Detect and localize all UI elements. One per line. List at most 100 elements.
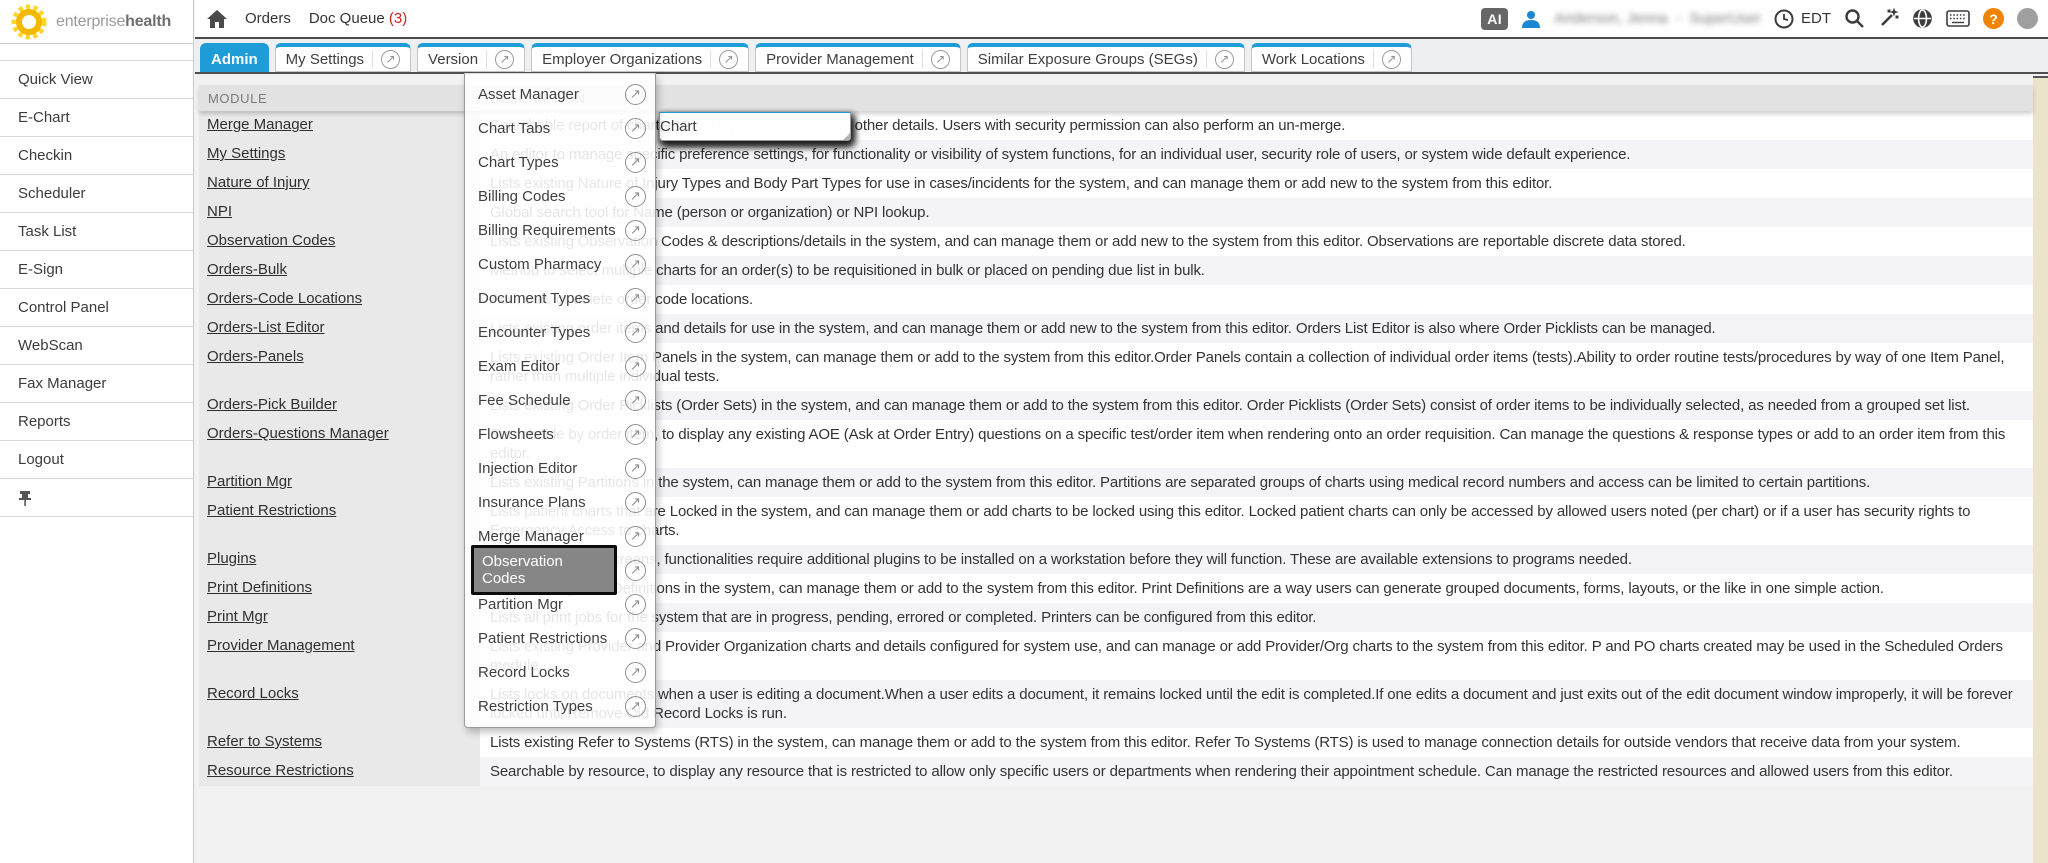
- chart-menu-item[interactable]: Insurance Plans ↗: [465, 485, 655, 519]
- chart-menu-item[interactable]: Exam Editor ↗: [465, 349, 655, 383]
- open-in-new-icon[interactable]: ↗: [625, 628, 646, 649]
- open-in-new-icon[interactable]: ↗: [625, 492, 646, 513]
- clock-icon[interactable]: [1774, 9, 1794, 29]
- chart-menu-item[interactable]: Flowsheets ↗: [465, 417, 655, 451]
- open-in-new-icon[interactable]: ↗: [625, 288, 646, 309]
- module-link[interactable]: Observation Codes: [207, 232, 335, 249]
- module-link[interactable]: Orders-Pick Builder: [207, 396, 337, 413]
- module-link[interactable]: Orders-Code Locations: [207, 290, 362, 307]
- magic-wand-icon[interactable]: [1878, 8, 1899, 29]
- module-link[interactable]: Plugins: [207, 550, 256, 567]
- module-link[interactable]: Merge Manager: [207, 116, 313, 133]
- open-in-new-icon[interactable]: ↗: [625, 254, 646, 275]
- chart-menu-item[interactable]: Injection Editor ↗: [465, 451, 655, 485]
- sidebar-item[interactable]: Task List: [0, 213, 193, 251]
- open-in-new-icon[interactable]: ↗: [625, 424, 646, 445]
- open-in-new-icon[interactable]: ↗: [625, 662, 646, 683]
- chart-menu-item[interactable]: Asset Manager ↗: [465, 77, 655, 111]
- tab[interactable]: Version ↗: [417, 43, 525, 72]
- open-in-new-icon: ↗: [372, 50, 400, 69]
- description-cell: Lists existing Partitions in the system,…: [480, 468, 2033, 497]
- sidebar-item[interactable]: Fax Manager: [0, 365, 193, 403]
- module-cell: Orders-Bulk: [199, 256, 480, 285]
- module-link[interactable]: Orders-Bulk: [207, 261, 287, 278]
- sidebar-item[interactable]: Quick View: [0, 61, 193, 99]
- open-in-new-icon[interactable]: ↗: [625, 356, 646, 377]
- ai-badge[interactable]: AI: [1481, 8, 1508, 30]
- module-link[interactable]: Orders-List Editor: [207, 319, 325, 336]
- sidebar-item[interactable]: Logout: [0, 441, 193, 479]
- nav-doc-queue-link[interactable]: Doc Queue (3): [309, 10, 407, 27]
- tab[interactable]: Employer Organizations ↗: [531, 43, 749, 72]
- tab[interactable]: My Settings ↗: [275, 43, 411, 72]
- module-link[interactable]: Patient Restrictions: [207, 502, 336, 519]
- sidebar-item[interactable]: E-Sign: [0, 251, 193, 289]
- tab[interactable]: Similar Exposure Groups (SEGs) ↗: [967, 43, 1245, 72]
- module-link[interactable]: NPI: [207, 203, 232, 220]
- tab[interactable]: Chart ↗: [659, 112, 851, 141]
- sidebar-item[interactable]: Scheduler: [0, 175, 193, 213]
- module-link[interactable]: Orders-Panels: [207, 348, 304, 365]
- open-in-new-icon[interactable]: ↗: [625, 322, 646, 343]
- chart-menu-item[interactable]: Chart Types ↗: [465, 145, 655, 179]
- open-in-new-icon[interactable]: ↗: [625, 458, 646, 479]
- sidebar-item[interactable]: Control Panel: [0, 289, 193, 327]
- open-in-new-icon[interactable]: ↗: [625, 696, 646, 717]
- open-in-new-icon[interactable]: ↗: [625, 594, 646, 615]
- home-icon[interactable]: [207, 10, 227, 28]
- open-in-new-icon[interactable]: ↗: [625, 560, 646, 581]
- chart-menu-item[interactable]: Patient Restrictions ↗: [465, 621, 655, 655]
- chart-menu-item[interactable]: Billing Codes ↗: [465, 179, 655, 213]
- user-icon[interactable]: [1521, 9, 1541, 29]
- open-in-new-icon[interactable]: ↗: [625, 390, 646, 411]
- search-icon[interactable]: [1844, 8, 1865, 29]
- vertical-scrollbar[interactable]: [2033, 76, 2048, 863]
- sidebar-item[interactable]: Reports: [0, 403, 193, 441]
- chart-menu-item[interactable]: Encounter Types ↗: [465, 315, 655, 349]
- tab[interactable]: Provider Management ↗: [755, 43, 961, 72]
- open-in-new-icon[interactable]: ↗: [625, 186, 646, 207]
- module-link[interactable]: Refer to Systems: [207, 733, 322, 750]
- open-in-new-icon[interactable]: ↗: [625, 152, 646, 173]
- open-in-new-icon[interactable]: ↗: [625, 118, 646, 139]
- module-link[interactable]: Partition Mgr: [207, 473, 292, 490]
- chart-menu-item[interactable]: Custom Pharmacy ↗: [465, 247, 655, 281]
- nav-orders-link[interactable]: Orders: [245, 10, 291, 27]
- module-cell: Orders-Code Locations: [199, 285, 480, 314]
- globe-icon[interactable]: [1912, 8, 1933, 29]
- chart-menu-item[interactable]: Restriction Types ↗: [465, 689, 655, 723]
- tab[interactable]: Admin ↗: [200, 43, 269, 72]
- current-user-label[interactable]: Anderson, Jenna - SuperUser: [1554, 10, 1761, 27]
- module-link[interactable]: Resource Restrictions: [207, 762, 354, 779]
- module-link[interactable]: Orders-Questions Manager: [207, 425, 389, 442]
- keyboard-icon[interactable]: [1946, 10, 1970, 27]
- module-link[interactable]: Print Mgr: [207, 608, 268, 625]
- open-in-new-icon[interactable]: ↗: [625, 220, 646, 241]
- chart-menu-item[interactable]: Chart Tabs ↗: [465, 111, 655, 145]
- doc-queue-count-badge: (3): [389, 10, 407, 27]
- tab[interactable]: Work Locations ↗: [1251, 43, 1412, 72]
- chart-menu-item[interactable]: Fee Schedule ↗: [465, 383, 655, 417]
- avatar-circle[interactable]: [2017, 8, 2038, 29]
- help-icon[interactable]: ?: [1983, 8, 2004, 29]
- top-bar: Orders Doc Queue (3) AI Anderson, Jenna …: [195, 0, 2048, 39]
- sidebar-item[interactable]: WebScan: [0, 327, 193, 365]
- open-in-new-icon[interactable]: ↗: [625, 84, 646, 105]
- chart-menu-item[interactable]: Billing Requirements ↗: [465, 213, 655, 247]
- open-in-new-icon: ↗: [486, 50, 514, 69]
- module-cell: Print Definitions: [199, 574, 480, 603]
- module-link[interactable]: Print Definitions: [207, 579, 312, 596]
- sidebar-item[interactable]: E-Chart: [0, 99, 193, 137]
- open-in-new-icon[interactable]: ↗: [625, 526, 646, 547]
- module-link[interactable]: Record Locks: [207, 685, 299, 702]
- module-link[interactable]: My Settings: [207, 145, 285, 162]
- sidebar-item[interactable]: Checkin: [0, 137, 193, 175]
- module-link[interactable]: Provider Management: [207, 637, 355, 654]
- chart-menu-item[interactable]: Observation Codes ↗: [465, 553, 655, 587]
- pushpin-icon[interactable]: [18, 490, 32, 506]
- chart-menu-item[interactable]: Record Locks ↗: [465, 655, 655, 689]
- module-cell: Patient Restrictions: [199, 497, 480, 545]
- module-link[interactable]: Nature of Injury: [207, 174, 310, 191]
- chart-menu-item[interactable]: Document Types ↗: [465, 281, 655, 315]
- top-bar-actions: AI Anderson, Jenna - SuperUser EDT: [1481, 8, 2048, 30]
